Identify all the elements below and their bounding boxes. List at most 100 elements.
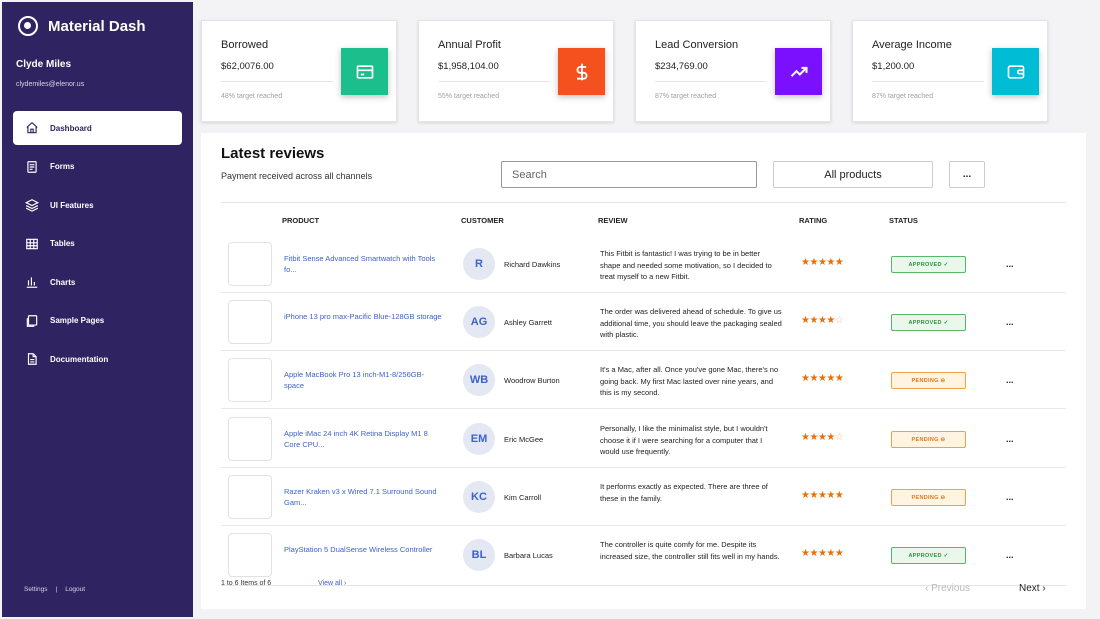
product-link[interactable]: Razer Kraken v3 x Wired 7.1 Surround Sou… <box>284 486 444 508</box>
brand-title: Material Dash <box>48 17 146 35</box>
row-more-button[interactable]: ... <box>1006 259 1014 269</box>
avatar: R <box>463 248 495 280</box>
customer-name: Richard Dawkins <box>504 260 561 269</box>
home-icon <box>25 121 39 135</box>
view-all-link[interactable]: View all › <box>318 580 346 587</box>
sidebar-item-label: Dashboard <box>50 123 92 133</box>
stat-card-value: $1,200.00 <box>872 61 915 72</box>
row-more-button[interactable]: ... <box>1006 317 1014 327</box>
sidebar-nav: Dashboard Forms UI Features Tables Charts Sam… <box>13 111 182 381</box>
stat-card-target: 48% target reached <box>221 93 283 100</box>
sidebar: Material Dash Clyde Miles clydemiles@ele… <box>2 2 193 617</box>
stat-card-value: $1,958,104.00 <box>438 61 499 72</box>
next-page-button[interactable]: Next › <box>1019 583 1046 594</box>
search-input[interactable] <box>501 161 757 188</box>
product-link[interactable]: Apple iMac 24 inch 4K Retina Display M1 … <box>284 428 444 450</box>
star-full-icon: ★ <box>826 257 835 268</box>
footer-separator: | <box>55 586 58 593</box>
product-link[interactable]: Fitbit Sense Advanced Smartwatch with To… <box>284 253 444 275</box>
card-icon <box>341 48 388 95</box>
avatar: KC <box>463 481 495 513</box>
star-full-icon: ★ <box>834 373 844 384</box>
stat-card-divider <box>438 81 550 82</box>
rating-stars: ★★★★★ <box>801 490 844 501</box>
star-empty-icon: ☆ <box>834 432 844 443</box>
product-link[interactable]: Apple MacBook Pro 13 inch-M1-8/256GB-spa… <box>284 369 444 391</box>
product-thumbnail[interactable] <box>228 358 272 402</box>
product-thumbnail[interactable] <box>228 300 272 344</box>
stat-card-borrowed: Borrowed $62,0076.00 48% target reached <box>201 20 397 122</box>
status-badge: APPROVED ✓ <box>891 256 966 273</box>
sidebar-item-forms[interactable]: Forms <box>13 150 182 184</box>
customer-name: Kim Carroll <box>504 493 542 502</box>
customer-name: Barbara Lucas <box>504 551 553 560</box>
previous-page-button[interactable]: ‹ Previous <box>925 583 970 594</box>
forms-icon <box>25 160 39 174</box>
table-row: Apple iMac 24 inch 4K Retina Display M1 … <box>221 410 1066 468</box>
sidebar-item-tables[interactable]: Tables <box>13 227 182 261</box>
star-half-icon: ★ <box>834 490 844 501</box>
reviews-panel: Latest reviews Payment received across a… <box>201 133 1086 609</box>
product-thumbnail[interactable] <box>228 242 272 286</box>
logout-link[interactable]: Logout <box>65 586 85 593</box>
layers-icon <box>25 198 39 212</box>
star-half-icon: ★ <box>826 315 835 326</box>
column-header-product[interactable]: PRODUCT <box>282 216 319 225</box>
stat-card-divider <box>221 81 333 82</box>
column-header-status[interactable]: STATUS <box>889 216 918 225</box>
row-more-button[interactable]: ... <box>1006 550 1014 560</box>
product-link[interactable]: iPhone 13 pro max-Pacific Blue-128GB sto… <box>284 311 444 322</box>
sidebar-item-ui-features[interactable]: UI Features <box>13 188 182 222</box>
stat-card-title: Annual Profit <box>438 39 501 51</box>
column-header-rating[interactable]: RATING <box>799 216 827 225</box>
table-row: Apple MacBook Pro 13 inch-M1-8/256GB-spa… <box>221 351 1066 409</box>
stat-card-target: 55% target reached <box>438 93 500 100</box>
customer-name: Woodrow Burton <box>504 376 560 385</box>
pagination-info: 1 to 6 Items of 6 <box>221 580 272 587</box>
star-empty-icon: ☆ <box>834 315 844 326</box>
table-row: Fitbit Sense Advanced Smartwatch with To… <box>221 235 1066 293</box>
row-more-button[interactable]: ... <box>1006 492 1014 502</box>
product-thumbnail[interactable] <box>228 475 272 519</box>
sidebar-item-sample-pages[interactable]: Sample Pages <box>13 304 182 338</box>
status-badge: APPROVED ✓ <box>891 547 966 564</box>
review-text: This Fitbit is fantastic! I was trying t… <box>600 249 772 281</box>
settings-link[interactable]: Settings <box>24 586 48 593</box>
user-email: clydemiles@elenor.us <box>16 81 85 88</box>
row-divider <box>221 408 1066 409</box>
rating-stars: ★★★★☆ <box>801 432 844 443</box>
star-full-icon: ★ <box>826 548 835 559</box>
star-full-icon: ★ <box>809 373 818 384</box>
brand[interactable]: Material Dash <box>18 16 146 36</box>
star-full-icon: ★ <box>809 257 818 268</box>
status-badge: APPROVED ✓ <box>891 314 966 331</box>
row-more-button[interactable]: ... <box>1006 434 1014 444</box>
product-thumbnail[interactable] <box>228 533 272 577</box>
column-header-customer[interactable]: CUSTOMER <box>461 216 504 225</box>
avatar: BL <box>463 539 495 571</box>
stat-card-target: 87% target reached <box>872 93 934 100</box>
star-full-icon: ★ <box>809 548 818 559</box>
sidebar-item-label: Documentation <box>50 354 109 364</box>
row-more-button[interactable]: ... <box>1006 375 1014 385</box>
stat-card-average-income: Average Income $1,200.00 87% target reache… <box>852 20 1048 122</box>
review-text: It performs exactly as expected. There a… <box>600 482 768 503</box>
sidebar-item-dashboard[interactable]: Dashboard <box>13 111 182 145</box>
review-text: Personally, I like the minimalist style,… <box>600 424 768 456</box>
stat-card-divider <box>872 81 984 82</box>
avatar: WB <box>463 364 495 396</box>
sidebar-item-documentation[interactable]: Documentation <box>13 342 182 376</box>
product-filter-select[interactable]: All products <box>773 161 933 188</box>
stat-card-value: $234,769.00 <box>655 61 708 72</box>
product-link[interactable]: PlayStation 5 DualSense Wireless Control… <box>284 544 444 555</box>
review-text: The order was delivered ahead of schedul… <box>600 307 782 339</box>
sidebar-item-charts[interactable]: Charts <box>13 265 182 299</box>
stat-card-target: 87% target reached <box>655 93 717 100</box>
product-thumbnail[interactable] <box>228 417 272 461</box>
stat-card-title: Average Income <box>872 39 952 51</box>
more-options-button[interactable]: ... <box>949 161 985 188</box>
pages-icon <box>25 314 39 328</box>
customer-name: Ashley Garrett <box>504 318 552 327</box>
column-header-review[interactable]: REVIEW <box>598 216 628 225</box>
star-full-icon: ★ <box>834 257 844 268</box>
